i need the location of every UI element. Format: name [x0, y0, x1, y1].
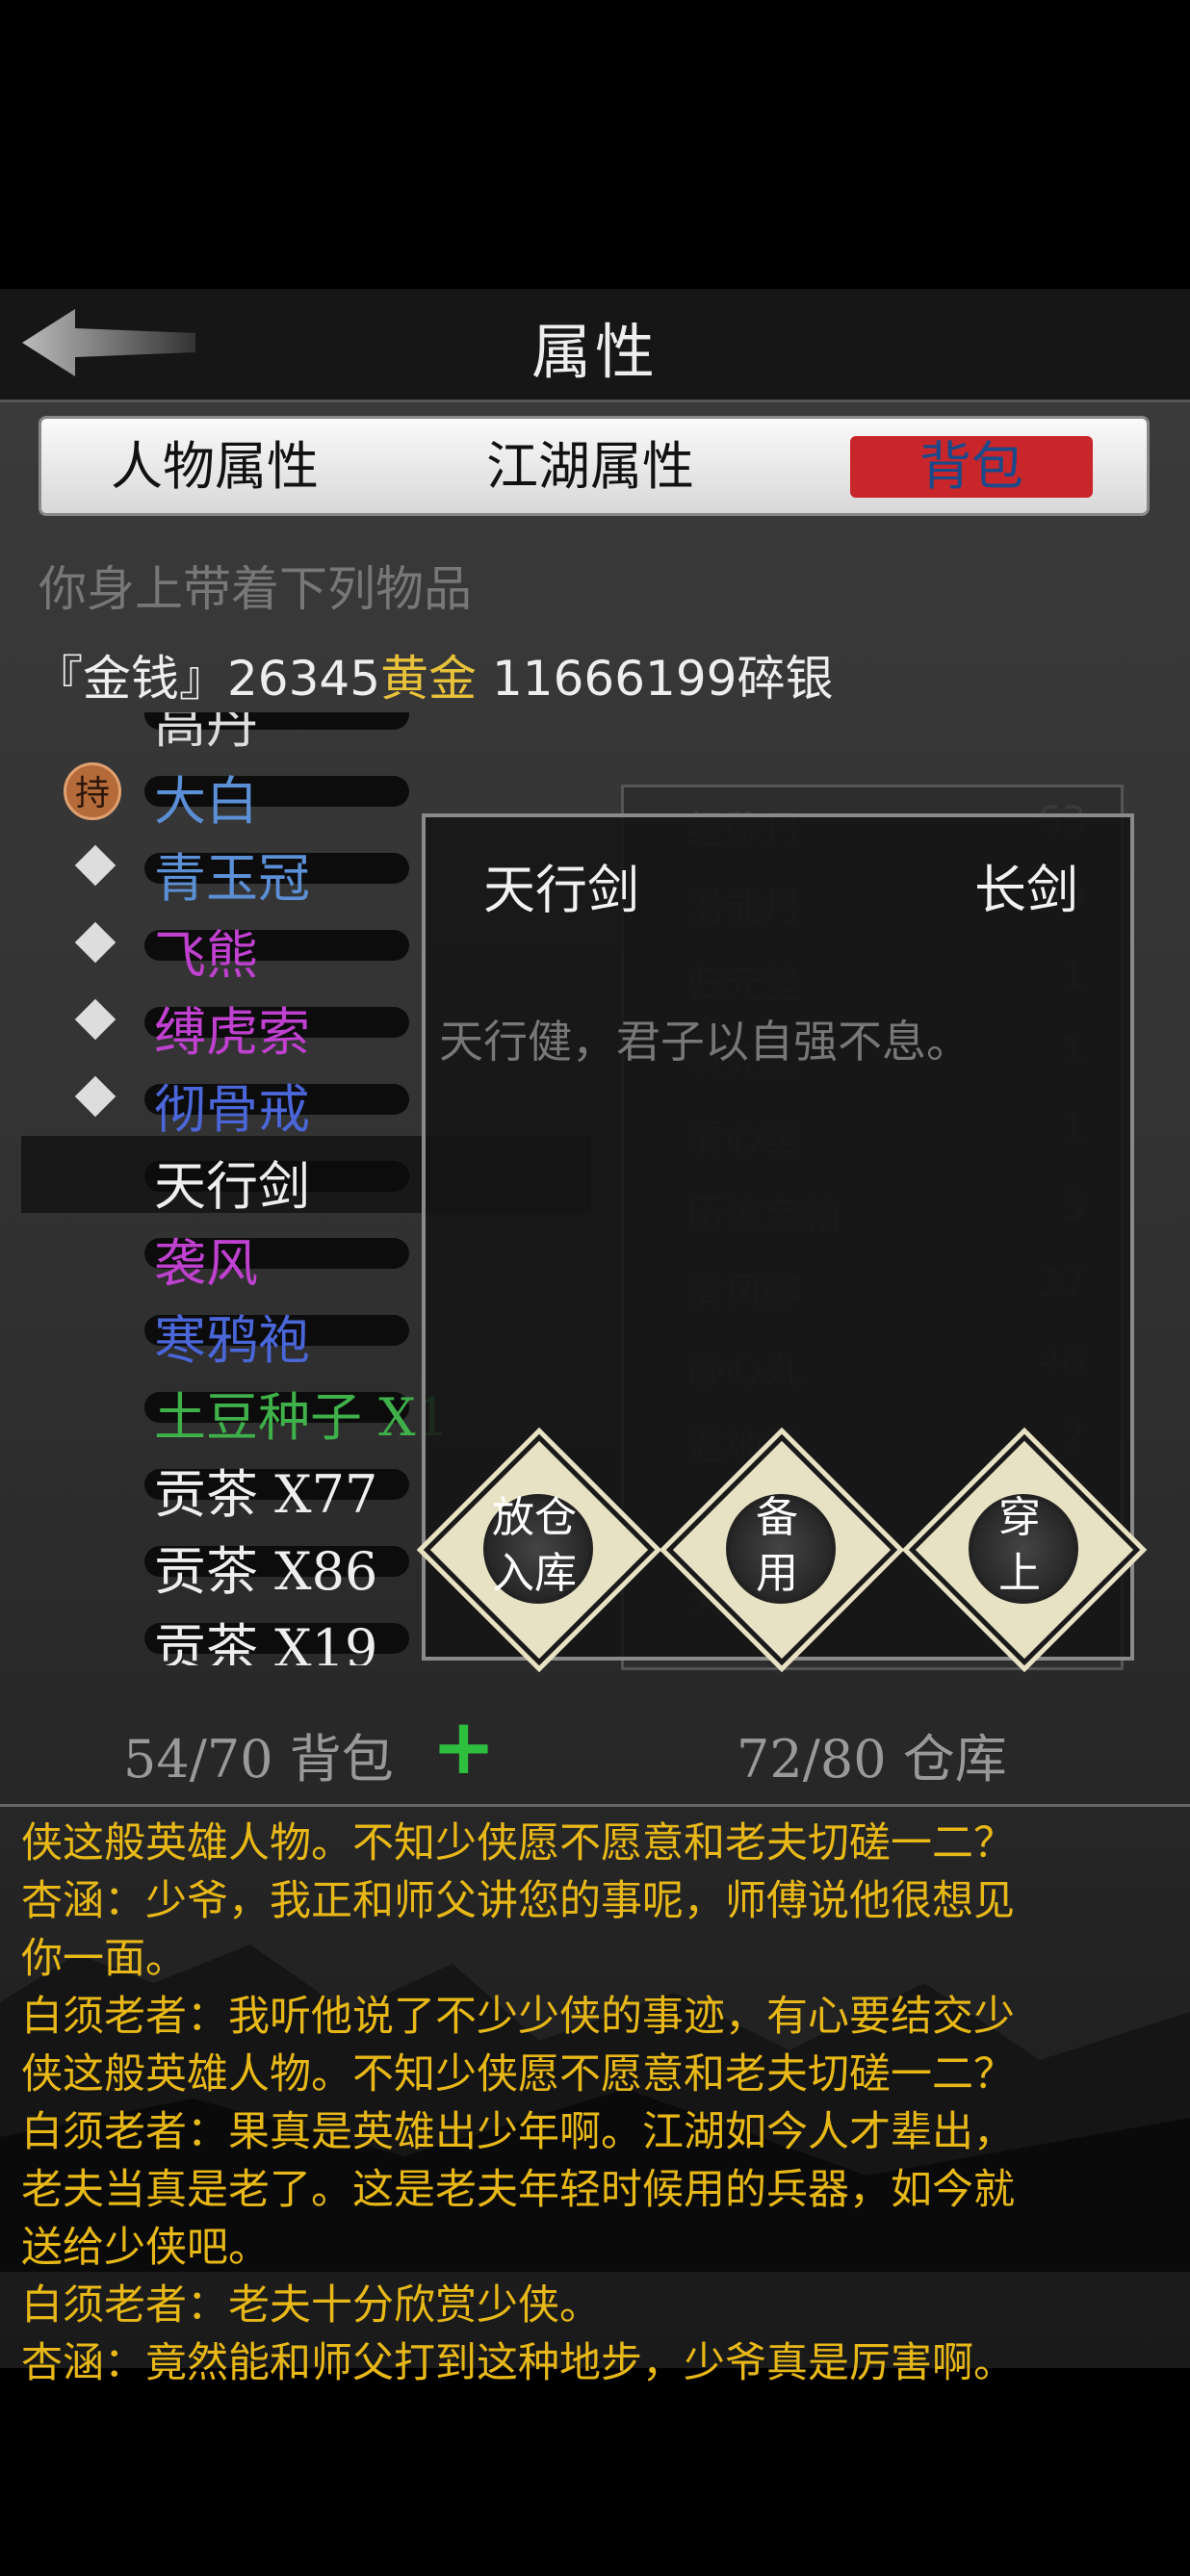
inventory-item-name: 飞熊	[154, 925, 258, 986]
backpack-count: 54/70 背包	[123, 1729, 394, 1790]
equip-button-line2: 上	[998, 1549, 1041, 1598]
equipped-diamond-icon	[74, 1075, 116, 1118]
equipped-diamond-icon	[74, 921, 116, 964]
store-button-line1: 放仓	[492, 1493, 577, 1542]
storage-count: 72/80 仓库	[737, 1729, 1007, 1790]
equip-button-line1: 穿	[998, 1493, 1041, 1542]
gold-label: 黄金	[380, 651, 478, 707]
log-line: 侠这般英雄人物。不知少侠愿不愿意和老夫切磋一二？	[21, 1819, 1015, 1868]
inventory-item-name: 贡茶 X77	[154, 1464, 378, 1525]
inventory-item-name: 大白	[154, 771, 258, 832]
popup-item-type: 长剑	[974, 860, 1078, 920]
money-display: 『金钱』26345黄金 11666199碎银	[35, 640, 833, 709]
reserve-button[interactable]: 备用	[665, 1433, 898, 1666]
money-prefix: 『金钱』26345	[35, 651, 381, 707]
inventory-item-name: 彻骨戒	[154, 1079, 310, 1140]
store-button-line2: 入库	[492, 1549, 577, 1598]
store-button[interactable]: 放仓 入库	[423, 1433, 656, 1666]
inventory-subtitle: 你身上带着下列物品	[39, 561, 472, 617]
tab-character-attributes[interactable]: 人物属性	[99, 436, 330, 498]
inventory-item-name: 袭风	[154, 1233, 258, 1294]
log-line: 老夫当真是老了。这是老夫年轻时候用的兵器，如今就	[21, 2166, 1015, 2214]
inventory-item-name: 天行剑	[154, 1156, 310, 1217]
equipped-diamond-icon	[74, 844, 116, 887]
inventory-item-name: 寒鸦袍	[154, 1310, 310, 1371]
message-log: 侠这般英雄人物。不知少侠愿不愿意和老夫切磋一二？ 杏涵：少爷，我正和师父讲您的事呢…	[0, 1804, 1190, 2391]
popup-item-description: 天行健，君子以自强不息。	[439, 1016, 970, 1068]
log-line: 白须老者：我听他说了不少少侠的事迹，有心要结交少	[21, 1993, 1015, 2041]
inventory-item-name: 贡茶 X19	[154, 1618, 378, 1665]
reserve-button-line2: 用	[756, 1549, 798, 1598]
inventory-item-name: 青玉冠	[154, 848, 310, 909]
inventory-item[interactable]: 高丹	[0, 712, 616, 755]
silver-amount: 11666199碎银	[477, 651, 834, 707]
popup-item-name: 天行剑	[483, 860, 639, 920]
inventory-item-name: 土豆种子 X1	[154, 1387, 449, 1448]
reserve-button-line1: 备	[756, 1493, 798, 1542]
equipped-diamond-icon	[74, 998, 116, 1041]
log-line: 你一面。	[21, 1935, 187, 1983]
expand-backpack-button[interactable]: +	[431, 1709, 496, 1786]
log-line: 白须老者：老夫十分欣赏少侠。	[21, 2281, 601, 2330]
inventory-item-name: 缚虎索	[154, 1002, 310, 1063]
tab-jianghu-attributes[interactable]: 江湖属性	[475, 436, 706, 498]
log-line: 白须老者：果真是英雄出少年啊。江湖如今人才辈出，	[21, 2108, 1015, 2156]
page-title: 属性	[530, 317, 659, 387]
tab-backpack[interactable]: 背包	[850, 436, 1093, 498]
equip-button[interactable]: 穿上	[908, 1433, 1141, 1666]
held-seal-icon: 持	[64, 762, 121, 820]
inventory-item-name: 贡茶 X86	[154, 1541, 378, 1602]
log-line: 杏涵：少爷，我正和师父讲您的事呢，师傅说他很想见	[21, 1877, 1015, 1925]
log-line: 杏涵：竟然能和师父打到这种地步，少爷真是厉害啊。	[21, 2339, 1015, 2387]
log-line: 送给少侠吧。	[21, 2224, 270, 2272]
tab-bar: 人物属性 江湖属性 背包	[39, 416, 1150, 516]
log-line: 侠这般英雄人物。不知少侠愿不愿意和老夫切磋一二？	[21, 2050, 1015, 2099]
